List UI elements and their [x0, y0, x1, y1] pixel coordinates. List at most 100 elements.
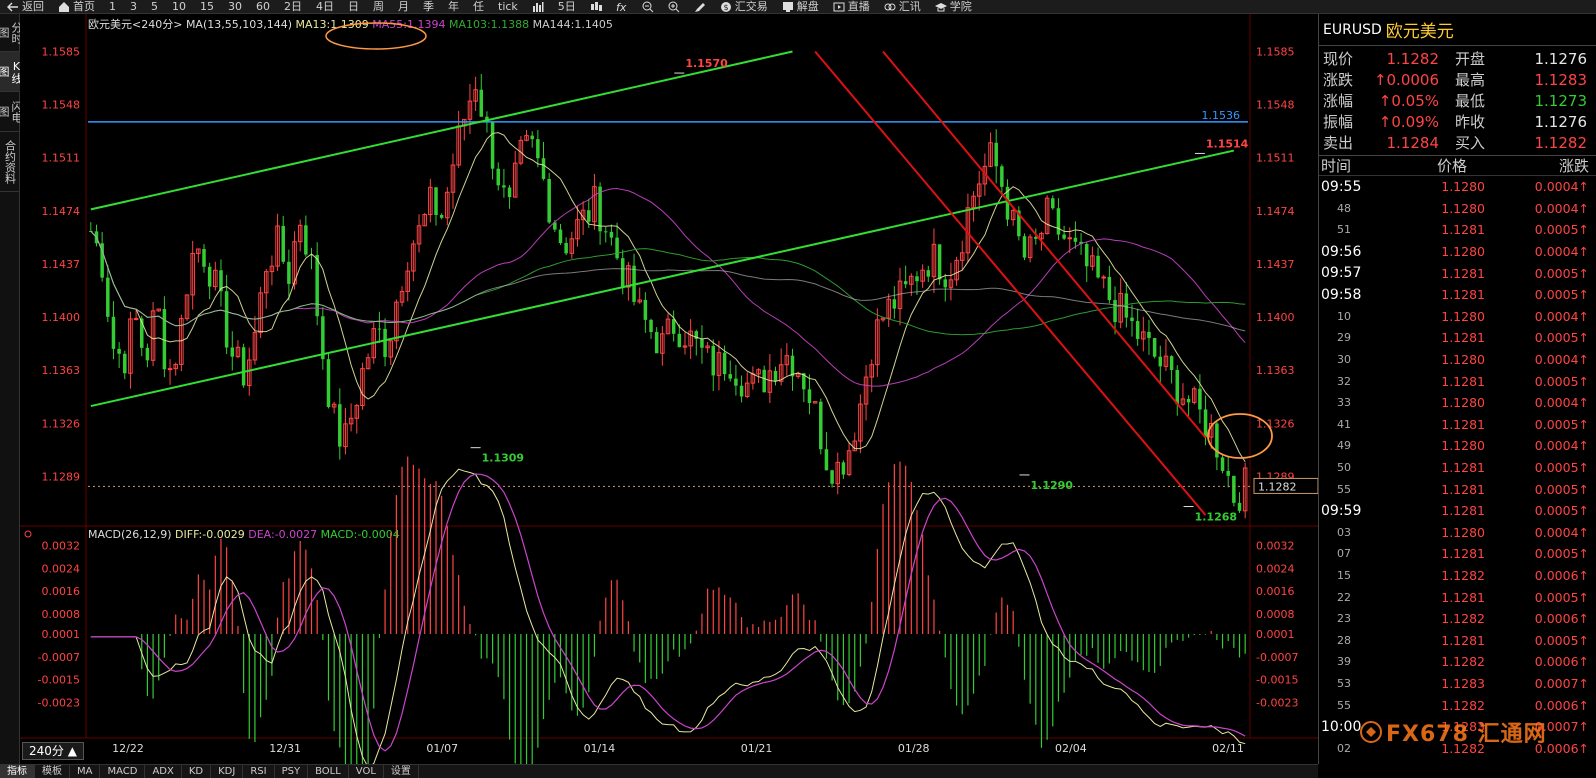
tick-change: 0.0005↑	[1534, 589, 1589, 605]
toolbar-item-27[interactable]: 直播	[826, 0, 877, 13]
left-tab-3[interactable]: 合约资料	[0, 132, 20, 192]
candle-body	[1237, 502, 1242, 511]
indicator-tab-10[interactable]: VOL	[349, 764, 384, 778]
extreme-label: 1.1290	[1030, 479, 1073, 492]
macd-y-tick-right: -0.0015	[1256, 674, 1298, 687]
tick-row: 09:59 1.1281 0.0005↑	[1319, 500, 1596, 522]
candle-body	[304, 225, 308, 255]
toolbar-item-11[interactable]: 日	[341, 0, 366, 13]
candle-body	[145, 347, 150, 361]
tick-row: 50 1.1281 0.0005↑	[1319, 457, 1596, 479]
toolbar-item-3[interactable]: 3	[123, 0, 144, 13]
toolbar-item-18[interactable]	[525, 0, 551, 13]
toolbar-item-25[interactable]: $ 汇交易	[713, 0, 775, 13]
candle-body	[496, 168, 500, 186]
candle-body	[830, 470, 834, 484]
indicator-tab-5[interactable]: KD	[182, 764, 212, 778]
tick-change: 0.0005↑	[1534, 265, 1589, 281]
candle-body	[1232, 475, 1236, 503]
live-icon	[833, 2, 845, 11]
toolbar-item-1[interactable]: 首页	[51, 0, 102, 13]
toolbar-item-20[interactable]	[583, 0, 609, 13]
y-tick-left: 1.1400	[42, 311, 81, 324]
candle-body	[915, 276, 919, 282]
toolbar-item-12[interactable]: 周	[366, 0, 391, 13]
toolbar-item-label: 返回	[22, 0, 44, 13]
macd-y-tick-left: 0.0016	[42, 585, 81, 598]
zoom-in-icon	[668, 1, 680, 12]
indicator-tab-2[interactable]: MA	[70, 764, 101, 778]
tick-price: 1.1280	[1441, 395, 1485, 411]
tick-change: 0.0005↑	[1534, 481, 1589, 497]
toolbar-item-4[interactable]: 5	[144, 0, 165, 13]
tick-change: 0.0004↑	[1534, 524, 1589, 540]
candle-body	[207, 266, 212, 287]
macd-y-tick-right: 0.0001	[1256, 628, 1295, 641]
indicator-tab-9[interactable]: BOLL	[308, 764, 349, 778]
indicator-tab-4[interactable]: ADX	[145, 764, 182, 778]
quote-value: ↑0.09%	[1378, 112, 1439, 131]
quote-label: 买入	[1455, 134, 1486, 152]
quote-value: ↑0.05%	[1378, 91, 1439, 110]
tick-row: 29 1.1281 0.0005↑	[1319, 327, 1596, 349]
indicator-tab-11[interactable]: 设置	[384, 764, 419, 778]
toolbar-item-24[interactable]	[687, 0, 713, 13]
tick-price: 1.1280	[1441, 200, 1485, 216]
toolbar-item-9[interactable]: 2日	[277, 0, 309, 13]
left-tab-0[interactable]: 分时图	[0, 14, 23, 52]
candle-body	[711, 346, 716, 376]
tick-time: 55	[1337, 698, 1351, 712]
y-tick-right: 1.1548	[1256, 99, 1295, 112]
toolbar-item-23[interactable]	[661, 0, 687, 13]
toolbar-item-28[interactable]: 汇讯	[877, 0, 928, 13]
toolbar-item-7[interactable]: 30	[221, 0, 249, 13]
tick-row: 09:58 1.1281 0.0005↑	[1319, 284, 1596, 306]
indicator-tab-7[interactable]: RSI	[243, 764, 275, 778]
toolbar-item-16[interactable]: 任	[466, 0, 491, 13]
tick-time: 23	[1337, 612, 1351, 626]
candle-body	[123, 353, 127, 374]
toolbar-item-29[interactable]: 学院	[928, 0, 979, 13]
tick-row: 55 1.1282 0.0006↑	[1319, 694, 1596, 716]
toolbar-item-14[interactable]: 季	[416, 0, 441, 13]
toolbar-item-19[interactable]: 5日	[551, 0, 583, 13]
candle-body	[558, 229, 563, 244]
toolbar-item-0[interactable]: 返回	[0, 0, 51, 13]
indicator-tab-6[interactable]: KDJ	[211, 764, 244, 778]
chart-canvas[interactable]: 1.1585 1.1585 1.1548 1.1548 1.1511 1.1511 1.14…	[20, 14, 1318, 764]
toolbar-item-8[interactable]: 60	[249, 0, 277, 13]
x-tick: 02/11	[1212, 742, 1244, 755]
left-tab-2[interactable]: 闪电图	[0, 92, 23, 132]
toolbar-item-26[interactable]: 解盘	[775, 0, 826, 13]
watermark-text: FX678 汇通网	[1386, 722, 1547, 747]
tick-price: 1.1280	[1441, 438, 1485, 454]
toolbar-item-13[interactable]: 月	[391, 0, 416, 13]
indicator-tab-3[interactable]: MACD	[100, 764, 146, 778]
candle-body	[700, 338, 704, 348]
period-selector-button[interactable]: 240分 ▲	[22, 742, 84, 760]
tick-list[interactable]: 09:55 1.1280 0.0004↑ 48 1.1280 0.0004↑ 51 1.128…	[1319, 176, 1596, 759]
tick-time: 09:59	[1321, 502, 1362, 519]
indicator-tab-1[interactable]: 模板	[35, 764, 70, 778]
toolbar-item-6[interactable]: 15	[193, 0, 221, 13]
candle-body	[338, 404, 342, 447]
toolbar-item-2[interactable]: 1	[102, 0, 123, 13]
candle-body	[762, 369, 766, 393]
left-tab-1[interactable]: K线图	[0, 52, 23, 92]
toolbar-item-22[interactable]	[635, 0, 661, 13]
candle-body	[671, 319, 676, 334]
toolbar-item-21[interactable]: fx	[609, 0, 635, 13]
quote-panel: EURUSD 欧元美元 现价 1.1282 开盘 1.1276 涨跌 ↑0.0006 最高 1…	[1318, 14, 1596, 764]
instrument-header: EURUSD 欧元美元	[1319, 14, 1596, 46]
toolbar-item-10[interactable]: 4日	[309, 0, 341, 13]
toolbar-item-15[interactable]: 年	[441, 0, 466, 13]
y-tick-right: 1.1511	[1256, 152, 1295, 165]
indicator-tab-0[interactable]: 指标	[0, 764, 35, 778]
candle-body	[1169, 356, 1174, 370]
indicator-tab-8[interactable]: PSY	[275, 764, 309, 778]
toolbar-item-5[interactable]: 10	[165, 0, 193, 13]
toolbar-item-17[interactable]: tick	[491, 0, 525, 13]
tick-row: 48 1.1280 0.0004↑	[1319, 198, 1596, 220]
candle-body	[541, 158, 546, 179]
candle-body	[1198, 388, 1202, 410]
